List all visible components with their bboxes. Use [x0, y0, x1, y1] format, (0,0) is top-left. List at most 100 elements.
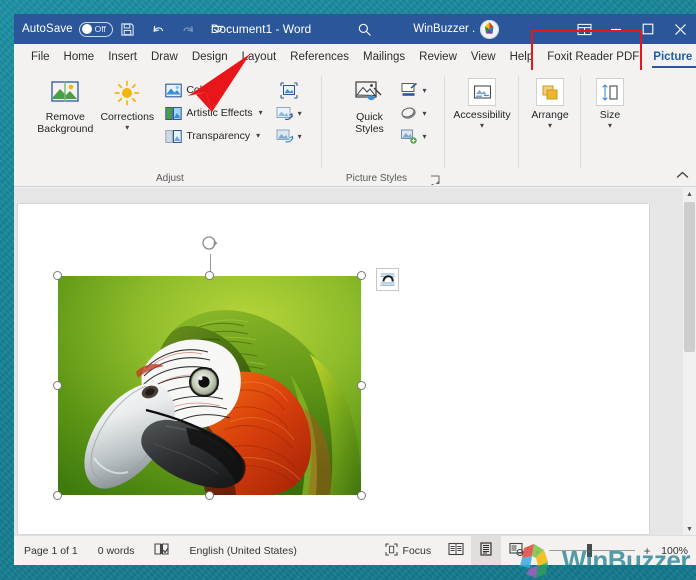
- size-button[interactable]: Size ▾: [585, 74, 635, 130]
- focus-button[interactable]: Focus: [375, 536, 442, 565]
- zoom-slider-thumb[interactable]: [587, 544, 593, 557]
- document-page[interactable]: [18, 204, 649, 534]
- color-button[interactable]: Color ▾: [162, 80, 265, 100]
- accessibility-button[interactable]: Accessibility ▾: [450, 74, 514, 130]
- tab-insert[interactable]: Insert: [101, 44, 144, 70]
- corrections-label: Corrections: [100, 111, 155, 123]
- ribbon-group-accessibility: Accessibility ▾: [445, 70, 519, 186]
- ribbon-display-options-icon[interactable]: [568, 14, 600, 44]
- group-label-adjust: Adjust: [156, 173, 184, 184]
- undo-icon[interactable]: [143, 16, 173, 42]
- tab-draw[interactable]: Draw: [144, 44, 185, 70]
- search-icon[interactable]: [349, 16, 379, 42]
- macaw-parrot-photo[interactable]: [58, 276, 361, 495]
- adjust-small-buttons: Color ▾ Artistic Effects ▾ Transparency …: [162, 74, 265, 146]
- tab-view[interactable]: View: [464, 44, 503, 70]
- picture-border-button[interactable]: ▾: [400, 80, 427, 100]
- scrollbar-thumb[interactable]: [684, 202, 695, 352]
- chevron-down-icon[interactable]: ▾: [256, 132, 260, 140]
- proofing-status[interactable]: [144, 536, 179, 565]
- transparency-label: Transparency: [186, 130, 251, 142]
- autosave-toggle-knob: [81, 24, 92, 34]
- selected-picture[interactable]: [53, 236, 399, 500]
- print-layout-button[interactable]: [471, 536, 502, 565]
- read-mode-button[interactable]: [441, 536, 471, 565]
- vertical-scrollbar[interactable]: ▲ ▼: [683, 188, 696, 536]
- rotate-handle-icon[interactable]: [200, 234, 220, 254]
- selection-handle-top-left[interactable]: [53, 271, 62, 280]
- ribbon: Remove Background Corrections ▾ Color ▾ …: [14, 70, 696, 187]
- minimize-icon[interactable]: [600, 14, 632, 44]
- selection-handle-bottom-left[interactable]: [53, 491, 62, 500]
- read-mode-icon: [448, 542, 464, 559]
- selection-handle-bottom-center[interactable]: [205, 491, 214, 500]
- selection-handle-top-center[interactable]: [205, 271, 214, 280]
- selection-handle-middle-right[interactable]: [357, 381, 366, 390]
- autosave-toggle[interactable]: Off: [78, 21, 113, 37]
- tab-review[interactable]: Review: [412, 44, 464, 70]
- chevron-down-icon[interactable]: ▾: [298, 109, 302, 118]
- tab-home[interactable]: Home: [57, 44, 102, 70]
- arrange-button[interactable]: Arrange ▾: [523, 74, 577, 130]
- status-bar-right: Focus - + 100%: [375, 536, 696, 565]
- tab-picture-format[interactable]: Picture Format: [646, 44, 696, 70]
- window-controls: [568, 14, 696, 44]
- picture-layout-button[interactable]: ▾: [400, 126, 427, 146]
- chevron-down-icon[interactable]: ▾: [259, 109, 263, 117]
- remove-background-button[interactable]: Remove Background: [34, 74, 96, 135]
- scroll-up-arrow-icon[interactable]: ▲: [683, 188, 696, 201]
- avatar[interactable]: [480, 19, 500, 39]
- chevron-down-icon[interactable]: ▾: [422, 132, 426, 141]
- compress-pictures-button[interactable]: [279, 80, 298, 100]
- quick-access-toolbar: AutoSave Off: [14, 16, 233, 42]
- transparency-button[interactable]: Transparency ▾: [162, 126, 265, 146]
- selection-handle-bottom-right[interactable]: [357, 491, 366, 500]
- chevron-down-icon[interactable]: ▾: [548, 122, 552, 130]
- layout-options-icon[interactable]: [376, 268, 399, 291]
- redo-icon[interactable]: [173, 16, 203, 42]
- picture-effects-button[interactable]: ▾: [400, 103, 427, 123]
- zoom-slider[interactable]: [549, 536, 636, 565]
- ribbon-group-arrange: Arrange ▾: [519, 70, 581, 186]
- quick-styles-button[interactable]: Quick Styles: [340, 74, 398, 135]
- save-icon[interactable]: [113, 16, 143, 42]
- zoom-level[interactable]: 100%: [653, 545, 696, 557]
- artistic-effects-button[interactable]: Artistic Effects ▾: [162, 103, 265, 123]
- focus-icon: [384, 542, 398, 559]
- chevron-down-icon[interactable]: ▾: [217, 86, 221, 94]
- tab-help[interactable]: Help: [503, 44, 541, 70]
- close-icon[interactable]: [664, 14, 696, 44]
- accessibility-label: Accessibility: [453, 109, 511, 121]
- web-layout-button[interactable]: [501, 536, 531, 565]
- tab-layout[interactable]: Layout: [235, 44, 284, 70]
- ribbon-group-size: Size ▾: [581, 70, 639, 186]
- tab-file[interactable]: File: [24, 44, 57, 70]
- dialog-launcher-icon[interactable]: [430, 173, 441, 185]
- compress-pictures-icon: [279, 81, 298, 99]
- account-chip[interactable]: WinBuzzer .: [413, 19, 500, 39]
- word-count[interactable]: 0 words: [88, 536, 145, 565]
- page-indicator[interactable]: Page 1 of 1: [14, 536, 88, 565]
- change-picture-button[interactable]: ▾: [276, 103, 302, 123]
- size-label: Size: [599, 109, 621, 121]
- chevron-down-icon[interactable]: ▾: [298, 132, 302, 141]
- tab-references[interactable]: References: [283, 44, 356, 70]
- chevron-down-icon[interactable]: ▾: [422, 86, 426, 95]
- zoom-out-button[interactable]: -: [531, 544, 543, 558]
- language-indicator[interactable]: English (United States): [179, 536, 306, 565]
- collapse-ribbon-icon[interactable]: [674, 168, 690, 182]
- chevron-down-icon[interactable]: ▾: [480, 122, 484, 130]
- maximize-icon[interactable]: [632, 14, 664, 44]
- selection-handle-middle-left[interactable]: [53, 381, 62, 390]
- zoom-in-button[interactable]: +: [641, 544, 653, 558]
- chevron-down-icon[interactable]: ▾: [125, 124, 129, 132]
- chevron-down-icon[interactable]: ▾: [422, 109, 426, 118]
- tab-design[interactable]: Design: [185, 44, 235, 70]
- selection-handle-top-right[interactable]: [357, 271, 366, 280]
- chevron-down-icon[interactable]: ▾: [608, 122, 612, 130]
- reset-picture-button[interactable]: ▾: [276, 126, 302, 146]
- tab-foxit-reader-pdf[interactable]: Foxit Reader PDF: [540, 44, 646, 70]
- document-area: ▲ ▼: [14, 188, 696, 536]
- tab-mailings[interactable]: Mailings: [356, 44, 412, 70]
- corrections-button[interactable]: Corrections ▾: [96, 74, 158, 132]
